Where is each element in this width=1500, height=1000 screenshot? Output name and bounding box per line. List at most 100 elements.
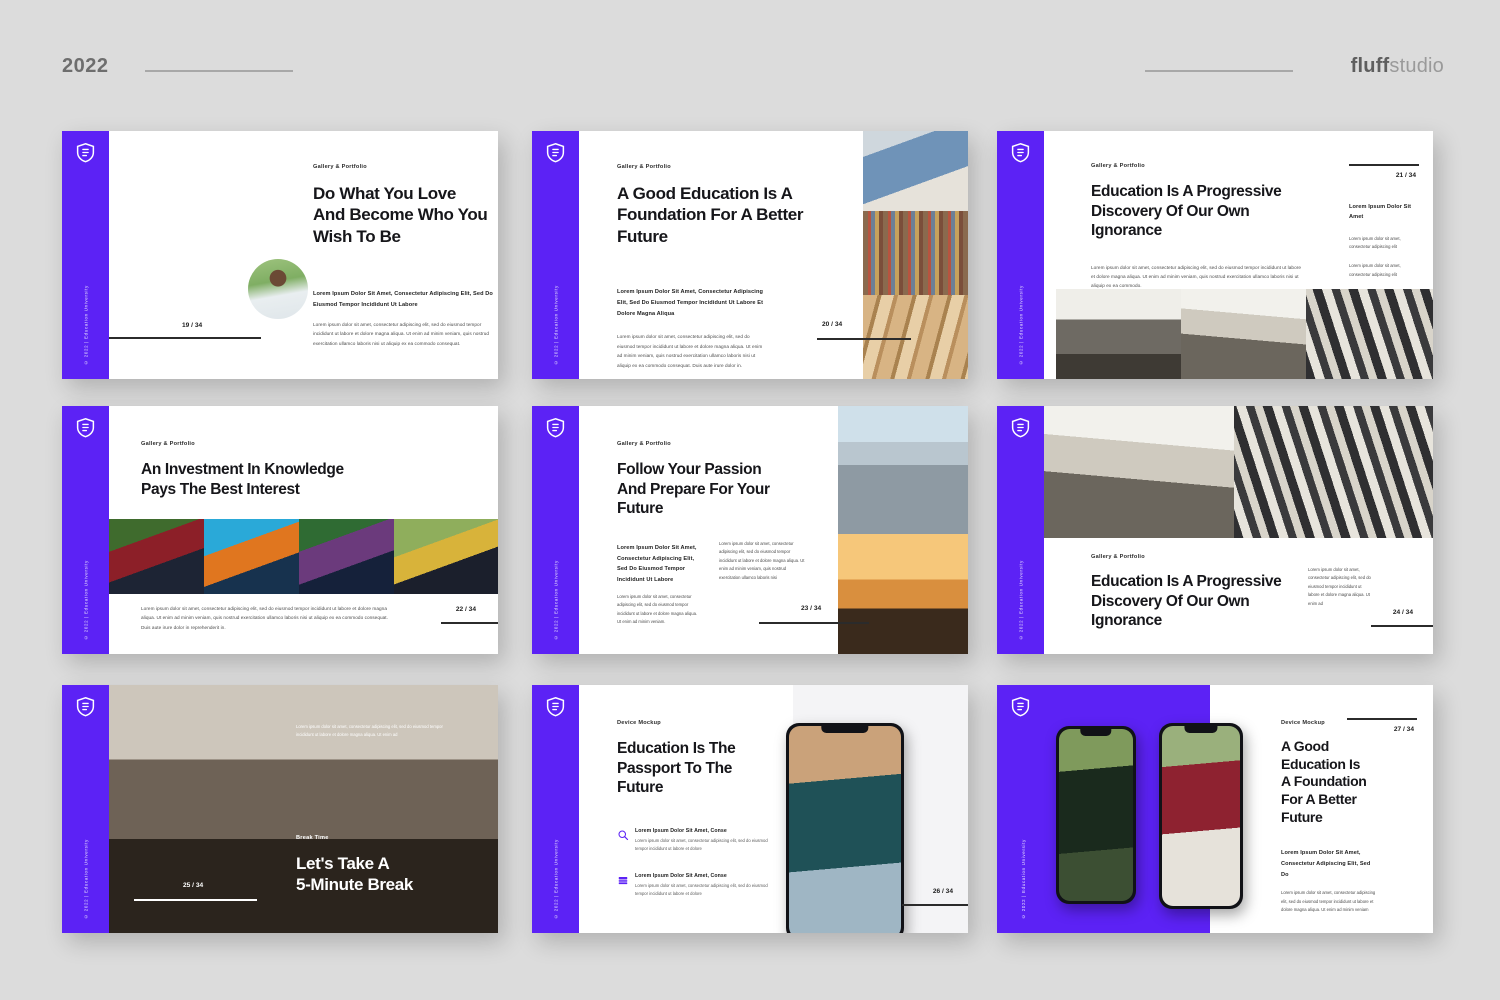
shield-logo-icon	[75, 696, 96, 717]
page-indicator: 25 / 34	[183, 882, 204, 889]
slide-image-classroom	[1044, 406, 1234, 538]
title-line: Do What You Love	[313, 184, 456, 203]
slide-paragraph: Lorem ipsum dolor sit amet, consectetur …	[1281, 890, 1376, 913]
slide-title: An Investment In Knowledge Pays The Best…	[141, 460, 401, 499]
feature-item: Lorem Ipsum Dolor Sit Amet, Conse Lorem …	[617, 828, 772, 853]
title-line: Wish To Be	[313, 226, 401, 246]
slide-eyebrow: Gallery & Portfolio	[1091, 163, 1145, 169]
title-line: Education Is A Progressive	[1091, 573, 1282, 590]
brand-name-bold: fluff	[1350, 55, 1390, 77]
slide-thumbnail-21[interactable]: © 2022 | Education University Gallery & …	[997, 131, 1433, 379]
shield-logo-icon	[545, 142, 566, 163]
page-indicator: 21 / 34	[1395, 172, 1416, 179]
title-line: An Investment In Knowledge	[141, 461, 344, 478]
slide-thumbnail-25[interactable]: © 2022 | Education University Lorem ipsu…	[62, 685, 498, 933]
page-indicator-rule	[1347, 718, 1417, 720]
page-indicator-rule	[441, 622, 498, 624]
sidebar-vertical-label: © 2022 | Education University	[83, 839, 88, 919]
slide-thumbnail-27[interactable]: © 2022 | Education University Device Moc…	[997, 685, 1433, 933]
slide-image-student	[863, 131, 968, 211]
side-heading: Lorem Ipsum Dolor Sit Amet	[1349, 204, 1412, 220]
slide-body: Gallery & Portfolio Follow Your Passion …	[579, 406, 968, 654]
avatar-photo	[248, 259, 308, 319]
slide-title: A Good Education Is A Foundation For A B…	[617, 183, 817, 247]
title-line: For A Better	[1281, 790, 1357, 807]
slide-thumbnail-22[interactable]: © 2022 | Education University Gallery & …	[62, 406, 498, 654]
header-rule-right	[1145, 70, 1293, 72]
slide-image-group	[838, 406, 968, 534]
phone-screen-photo	[1161, 725, 1241, 907]
slide-paragraph: Lorem ipsum dolor sit amet, consectetur …	[296, 724, 443, 738]
slide-sidebar: © 2022 | Education University	[532, 685, 579, 933]
slide-image-graduate-4	[394, 519, 498, 594]
sidebar-vertical-label: © 2022 | Education University	[1018, 285, 1023, 365]
feature-heading: Lorem Ipsum Dolor Sit Amet, Conse	[635, 873, 727, 879]
slide-paragraph: Lorem ipsum dolor sit amet, consectetur …	[141, 606, 389, 630]
feature-text: Lorem ipsum dolor sit amet, consectetur …	[635, 882, 768, 896]
shield-logo-icon	[545, 696, 566, 717]
slide-body: Device Mockup Education Is The Passport …	[579, 685, 968, 933]
phone-screen	[1161, 725, 1241, 907]
slide-thumbnail-24[interactable]: © 2022 | Education University Gallery & …	[997, 406, 1433, 654]
slide-eyebrow: Break Time	[296, 835, 329, 841]
slide-body: Lorem ipsum dolor sit amet, consectetur …	[109, 685, 498, 933]
slide-image-classroom-a	[1056, 289, 1181, 379]
title-line: 5-Minute Break	[296, 875, 413, 895]
slide-paragraph: Lorem ipsum dolor sit amet, consectetur …	[1091, 264, 1302, 289]
slide-image-sunset	[838, 534, 968, 654]
phone-screen-photo	[1058, 728, 1134, 902]
books-icon	[617, 874, 629, 886]
page-indicator: 22 / 34	[455, 606, 476, 613]
sidebar-vertical-label: © 2022 | Education University	[1018, 560, 1023, 640]
slide-image-desks	[1306, 289, 1433, 379]
slide-image-graduate-1	[109, 519, 204, 594]
slide-eyebrow: Gallery & Portfolio	[1091, 554, 1145, 560]
slide-thumbnail-20[interactable]: © 2022 | Education University Gallery & …	[532, 131, 968, 379]
slide-paragraph: Lorem ipsum dolor sit amet, consectetur …	[617, 594, 698, 625]
title-line: Pays The Best Interest	[141, 480, 300, 498]
page-indicator-rule	[1349, 164, 1419, 166]
page-indicator: 19 / 34	[182, 322, 203, 329]
slide-eyebrow: Gallery & Portfolio	[313, 164, 367, 170]
slide-lead-text: Lorem Ipsum Dolor Sit Amet, Consectetur …	[313, 291, 493, 308]
search-icon	[617, 829, 629, 841]
slide-paragraph: Lorem ipsum dolor sit amet, consectetur …	[617, 334, 763, 368]
phone-notch	[821, 725, 869, 733]
feature-item: Lorem Ipsum Dolor Sit Amet, Conse Lorem …	[617, 873, 772, 898]
year-label: 2022	[62, 55, 109, 77]
title-line: Discovery Of Our Own	[1091, 202, 1250, 220]
page-indicator-rule	[817, 338, 911, 340]
title-line: Ignorance	[1091, 612, 1162, 630]
slide-image-books	[109, 131, 291, 379]
slide-paragraph-right: Lorem ipsum dolor sit amet, consectetur …	[719, 541, 805, 580]
title-line: Future	[617, 500, 664, 518]
slide-body: Gallery & Portfolio Education Is A Progr…	[1044, 131, 1433, 379]
slide-image-desks	[1234, 406, 1433, 538]
phone-screen-photo	[788, 725, 902, 933]
phone-screen	[1058, 728, 1134, 902]
slide-sidebar: © 2022 | Education University	[62, 131, 109, 379]
slide-sidebar: © 2022 | Education University	[62, 685, 109, 933]
page-indicator: 23 / 34	[801, 605, 822, 612]
page-indicator-rule	[134, 899, 257, 901]
slide-eyebrow: Gallery & Portfolio	[617, 164, 671, 170]
slide-thumbnail-23[interactable]: © 2022 | Education University Gallery & …	[532, 406, 968, 654]
sidebar-vertical-label: © 2022 | Education University	[553, 839, 558, 919]
slide-thumbnail-19[interactable]: © 2022 | Education University Gallery & …	[62, 131, 498, 379]
feature-heading: Lorem Ipsum Dolor Sit Amet, Conse	[635, 828, 727, 834]
page-indicator: 20 / 34	[822, 321, 843, 328]
slide-body: Gallery & Portfolio Education Is A Progr…	[1044, 406, 1433, 654]
slide-title: Let's Take A 5-Minute Break	[296, 853, 496, 896]
slide-image-classroom-b	[1181, 289, 1306, 379]
slide-image-chairs	[863, 295, 968, 379]
title-line: Future	[1281, 808, 1323, 825]
shield-logo-icon	[545, 417, 566, 438]
page-indicator-rule	[759, 622, 869, 624]
title-line: Let's Take A	[296, 854, 390, 873]
slide-title: Do What You Love And Become Who You Wish…	[313, 183, 498, 247]
slide-sidebar: © 2022 | Education University	[532, 406, 579, 654]
slide-lead-text: Lorem Ipsum Dolor Sit Amet, Consectetur …	[1281, 850, 1371, 878]
side-paragraph-1: Lorem ipsum dolor sit amet, consectetur …	[1349, 235, 1401, 249]
slide-thumbnail-26[interactable]: © 2022 | Education University Device Moc…	[532, 685, 968, 933]
title-line: Discovery Of Our Own	[1091, 592, 1250, 610]
